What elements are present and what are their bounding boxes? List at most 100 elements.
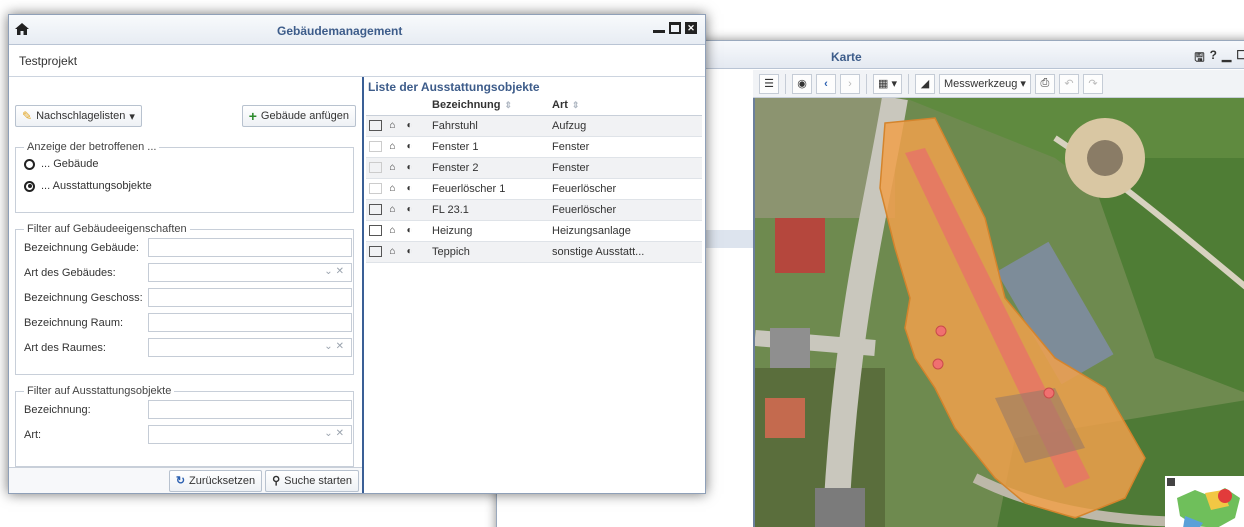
home-icon[interactable]: ⌂	[386, 246, 399, 257]
add-building-button[interactable]: + Gebäude anfügen	[241, 105, 356, 127]
measure-tool-button[interactable]: Messwerkzeug ▾	[938, 73, 1031, 94]
maximize-icon[interactable]: ☐	[1236, 48, 1244, 69]
home-icon[interactable]	[15, 23, 29, 35]
radio-equipment[interactable]: ... Ausstattungsobjekte	[24, 175, 353, 197]
object-icon[interactable]: ◐	[403, 183, 416, 194]
filter-toolbar: ✎ Nachschlagelisten ▾ + Gebäude anfügen	[15, 105, 356, 129]
reset-icon: ↻	[175, 475, 186, 487]
eraser-icon[interactable]: ◢	[914, 73, 935, 94]
sort-icon[interactable]: ⇕	[504, 100, 512, 110]
cell-name: Feuerlöscher 1	[428, 178, 548, 200]
equipment-list-panel: Liste der Ausstattungsobjekte Bezeichnun…	[366, 77, 705, 493]
home-icon[interactable]: ⌂	[386, 183, 399, 194]
table-body: ⌂ ◐ Fahrstuhl Aufzug ⌂ ◐ Fenster 1 Fenster ⌂ ◐ Fen…	[366, 115, 702, 263]
map-icon[interactable]	[369, 246, 382, 258]
table-row[interactable]: ⌂ ◐ Teppich sonstige Ausstatt...	[366, 241, 702, 263]
cell-name: FL 23.1	[428, 199, 548, 221]
object-icon[interactable]: ◐	[403, 204, 416, 215]
cell-type: Feuerlöscher	[548, 199, 702, 221]
filter-actions: ↻ Zurücksetzen ⚲ Suche starten	[9, 467, 362, 493]
close-icon[interactable]: ✕	[685, 22, 697, 34]
home-icon[interactable]: ⌂	[386, 141, 399, 152]
table-row[interactable]: ⌂ ◐ Heizung Heizungsanlage	[366, 220, 702, 242]
search-button[interactable]: ⚲ Suche starten	[265, 469, 359, 492]
cell-type: Fenster	[548, 136, 702, 158]
equipment-name-input[interactable]	[148, 400, 352, 419]
object-icon[interactable]: ◐	[403, 120, 416, 131]
minimize-icon[interactable]	[653, 24, 665, 33]
undo-icon[interactable]: ↶	[1058, 73, 1079, 94]
table-row[interactable]: ⌂ ◐ Fahrstuhl Aufzug	[366, 115, 702, 137]
overview-toggle-icon[interactable]	[1167, 478, 1175, 486]
plus-icon: +	[248, 108, 257, 124]
display-options-group: Anzeige der betroffenen ... ... Gebäude …	[15, 141, 354, 213]
object-icon[interactable]: ◐	[403, 225, 416, 236]
search-icon: ⚲	[272, 475, 281, 487]
map-icon[interactable]	[369, 204, 382, 216]
table-row[interactable]: ⌂ ◐ Feuerlöscher 1 Feuerlöscher	[366, 178, 702, 200]
equipment-type-label: Art:	[24, 428, 42, 441]
dropdown-clear-icons[interactable]: ⌄✕	[324, 266, 347, 277]
sort-icon[interactable]: ⇕	[572, 100, 580, 110]
equipment-marker[interactable]	[935, 325, 947, 337]
map-view[interactable]	[753, 98, 1244, 527]
layer-list-icon[interactable]: ☰	[759, 73, 779, 94]
object-icon[interactable]: ◐	[403, 141, 416, 152]
print-icon[interactable]: ⎙	[1034, 73, 1055, 94]
cell-name: Teppich	[428, 241, 548, 263]
home-icon[interactable]: ⌂	[386, 225, 399, 236]
building-name-input[interactable]	[148, 238, 352, 257]
dropdown-clear-icons[interactable]: ⌄✕	[324, 428, 347, 439]
object-icon[interactable]: ◐	[403, 162, 416, 173]
maximize-icon[interactable]	[669, 22, 681, 34]
cell-name: Heizung	[428, 220, 548, 242]
forward-icon[interactable]: ›	[840, 73, 860, 94]
home-icon[interactable]: ⌂	[386, 204, 399, 215]
cell-name: Fenster 2	[428, 157, 548, 179]
map-icon[interactable]	[369, 183, 382, 195]
save-icon[interactable]: 🖫	[1194, 48, 1204, 69]
map-icon[interactable]	[369, 162, 382, 174]
window-titlebar[interactable]: Gebäudemanagement ✕	[9, 15, 705, 45]
table-row[interactable]: ⌂ ◐ Fenster 1 Fenster	[366, 136, 702, 158]
column-header-type[interactable]: Art ⇕	[548, 95, 702, 116]
map-icon[interactable]	[369, 120, 382, 132]
dropdown-clear-icons[interactable]: ⌄✕	[324, 341, 347, 352]
equipment-marker[interactable]	[1043, 387, 1055, 399]
map-icon[interactable]	[369, 141, 382, 153]
home-icon[interactable]: ⌂	[386, 162, 399, 173]
floor-name-input[interactable]	[148, 288, 352, 307]
map-icon[interactable]	[369, 225, 382, 237]
building-type-select[interactable]: ⌄✕	[148, 263, 352, 282]
radio-buildings[interactable]: ... Gebäude	[24, 153, 353, 175]
help-icon[interactable]: ?	[1210, 48, 1217, 69]
equipment-type-select[interactable]: ⌄✕	[148, 425, 352, 444]
home-icon[interactable]: ⌂	[386, 120, 399, 131]
room-name-input[interactable]	[148, 313, 352, 332]
object-icon[interactable]: ◐	[403, 246, 416, 257]
measure-tool-label: Messwerkzeug	[943, 77, 1018, 90]
cell-type: sonstige Ausstatt...	[548, 241, 702, 263]
table-row[interactable]: ⌂ ◐ FL 23.1 Feuerlöscher	[366, 199, 702, 221]
building-management-window: Gebäudemanagement ✕ Testprojekt ✎ Nachsc…	[8, 14, 706, 494]
equipment-marker[interactable]	[932, 358, 944, 370]
basemap-icon[interactable]: ▦ ▾	[873, 73, 902, 94]
lookup-lists-button[interactable]: ✎ Nachschlagelisten ▾	[15, 105, 142, 127]
back-icon[interactable]: ‹	[816, 73, 836, 94]
room-type-select[interactable]: ⌄✕	[148, 338, 352, 357]
table-row[interactable]: ⌂ ◐ Fenster 2 Fenster	[366, 157, 702, 179]
room-type-label: Art des Raumes:	[24, 341, 106, 354]
equipment-name-row: Bezeichnung:	[16, 397, 353, 422]
aerial-map[interactable]	[755, 98, 1244, 527]
radio-selected-icon[interactable]	[24, 180, 35, 192]
minimize-icon[interactable]: ▁	[1222, 48, 1231, 69]
reset-button[interactable]: ↻ Zurücksetzen	[168, 469, 263, 492]
table-header: Bezeichnung ⇕ Art ⇕	[366, 95, 702, 116]
reset-label: Zurücksetzen	[189, 474, 256, 487]
column-header-name[interactable]: Bezeichnung ⇕	[428, 95, 548, 116]
globe-icon[interactable]: ◉	[792, 73, 812, 94]
map-toolbar: ☰ ◉ ‹ › ▦ ▾ ◢ Messwerkzeug ▾ ⎙ ↶ ↷	[753, 70, 1244, 98]
radio-icon[interactable]	[24, 158, 35, 170]
cell-type: Heizungsanlage	[548, 220, 702, 242]
redo-icon[interactable]: ↷	[1082, 73, 1103, 94]
